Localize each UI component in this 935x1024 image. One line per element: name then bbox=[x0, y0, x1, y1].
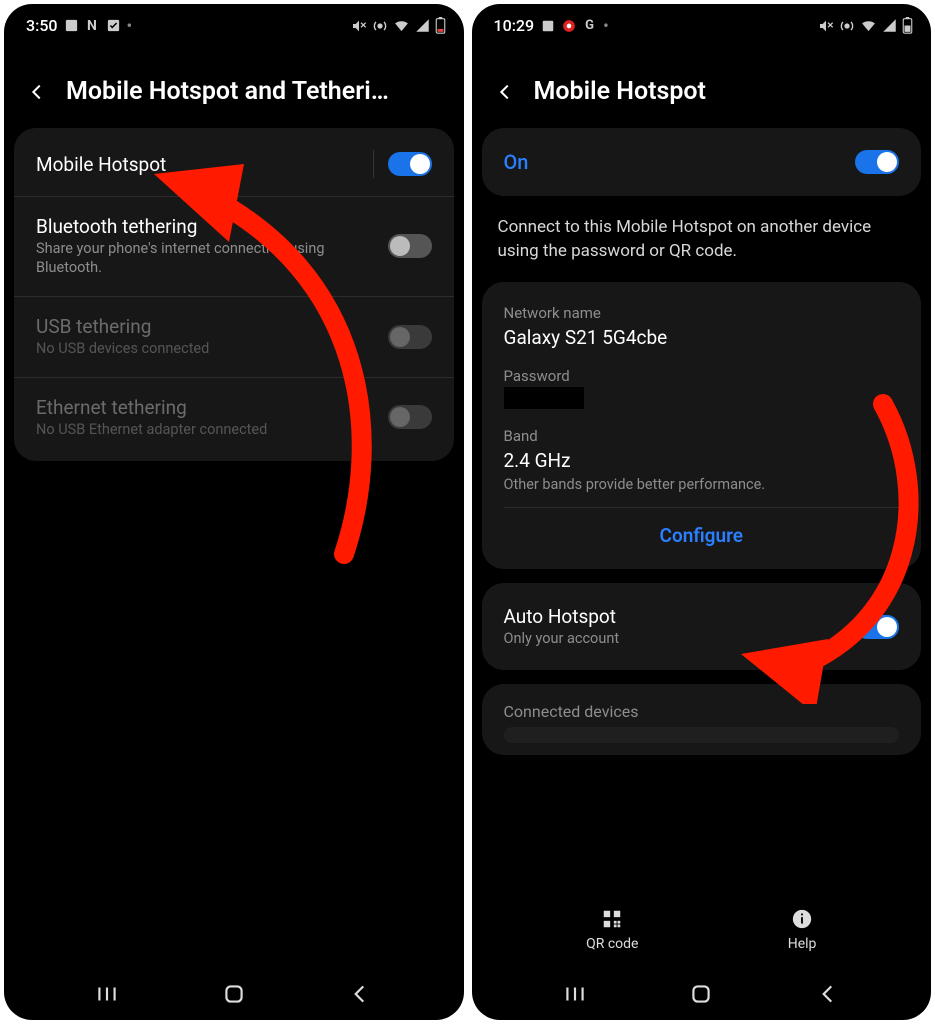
back-icon[interactable] bbox=[26, 81, 48, 103]
row-bluetooth-tethering[interactable]: Bluetooth tethering Share your phone's i… bbox=[14, 197, 454, 297]
battery-icon bbox=[902, 17, 913, 34]
status-bar: 3:50 N • bbox=[4, 4, 464, 41]
recents-icon[interactable] bbox=[562, 981, 588, 1007]
recents-icon[interactable] bbox=[94, 981, 120, 1007]
toggle-auto-hotspot[interactable] bbox=[855, 615, 899, 639]
clock: 10:29 bbox=[494, 16, 535, 35]
on-card: On bbox=[482, 128, 922, 196]
connected-card: Connected devices bbox=[482, 684, 922, 755]
row-title: Auto Hotspot bbox=[504, 605, 856, 628]
mute-icon bbox=[818, 18, 834, 34]
connected-devices-label: Connected devices bbox=[482, 688, 922, 727]
qr-code-button[interactable]: QR code bbox=[586, 908, 638, 952]
hotspot-icon bbox=[839, 18, 855, 34]
signal-icon bbox=[882, 18, 897, 33]
row-usb-tethering: USB tethering No USB devices connected bbox=[14, 297, 454, 378]
toggle-ethernet-tethering bbox=[388, 405, 432, 429]
row-subtitle: Share your phone's internet connection u… bbox=[36, 240, 388, 278]
check-icon bbox=[106, 18, 121, 33]
nav-bar bbox=[472, 968, 932, 1020]
band-label: Band bbox=[504, 427, 900, 445]
status-icons-right bbox=[351, 17, 446, 34]
info-icon bbox=[791, 908, 813, 930]
dot-icon: • bbox=[603, 16, 609, 35]
network-card: Network name Galaxy S21 5G4cbe Password … bbox=[482, 282, 922, 569]
image-icon bbox=[64, 18, 79, 33]
page-title: Mobile Hotspot and Tetheri… bbox=[66, 77, 442, 106]
page-header: Mobile Hotspot bbox=[472, 41, 932, 128]
help-button[interactable]: Help bbox=[788, 908, 817, 952]
row-subtitle: No USB devices connected bbox=[36, 340, 388, 359]
status-icons-right bbox=[818, 17, 913, 34]
toggle-usb-tethering bbox=[388, 325, 432, 349]
help-label: Help bbox=[788, 936, 817, 952]
toggle-hotspot-on[interactable] bbox=[855, 150, 899, 174]
band-note: Other bands provide better performance. bbox=[504, 476, 900, 493]
battery-icon bbox=[435, 17, 446, 34]
page-title: Mobile Hotspot bbox=[534, 77, 910, 106]
clock: 3:50 bbox=[26, 16, 58, 35]
back-nav-icon[interactable] bbox=[815, 981, 841, 1007]
phone-right: 10:29 G • Mobile Hotspot On Connect to t… bbox=[472, 4, 932, 1020]
row-subtitle: No USB Ethernet adapter connected bbox=[36, 421, 388, 440]
qr-icon bbox=[601, 908, 623, 930]
network-name-label: Network name bbox=[504, 304, 900, 322]
row-title: Bluetooth tethering bbox=[36, 215, 388, 238]
mute-icon bbox=[351, 18, 367, 34]
n-icon: N bbox=[85, 18, 100, 33]
password-redacted bbox=[504, 387, 584, 409]
home-icon[interactable] bbox=[221, 981, 247, 1007]
home-icon[interactable] bbox=[688, 981, 714, 1007]
separator bbox=[373, 150, 374, 178]
g-icon: G bbox=[582, 18, 597, 33]
toggle-mobile-hotspot[interactable] bbox=[388, 152, 432, 176]
page-header: Mobile Hotspot and Tetheri… bbox=[4, 41, 464, 128]
row-hotspot-on[interactable]: On bbox=[482, 132, 922, 192]
auto-hotspot-card: Auto Hotspot Only your account bbox=[482, 583, 922, 671]
status-bar: 10:29 G • bbox=[472, 4, 932, 41]
nav-bar bbox=[4, 968, 464, 1020]
row-title: Ethernet tethering bbox=[36, 396, 388, 419]
instruction-text: Connect to this Mobile Hotspot on anothe… bbox=[472, 210, 932, 282]
wifi-icon bbox=[860, 17, 877, 34]
row-title: Mobile Hotspot bbox=[36, 153, 373, 176]
password-label: Password bbox=[504, 367, 900, 385]
app-icon bbox=[540, 18, 555, 33]
toggle-bluetooth-tethering[interactable] bbox=[388, 234, 432, 258]
beats-icon bbox=[561, 18, 576, 33]
row-auto-hotspot[interactable]: Auto Hotspot Only your account bbox=[482, 587, 922, 667]
hotspot-icon bbox=[372, 18, 388, 34]
row-title: USB tethering bbox=[36, 315, 388, 338]
phone-left: 3:50 N • Mobile Hotspot and Tetheri… Mob… bbox=[4, 4, 464, 1020]
row-subtitle: Only your account bbox=[504, 630, 856, 649]
qr-label: QR code bbox=[586, 936, 638, 952]
wifi-icon bbox=[393, 17, 410, 34]
row-mobile-hotspot[interactable]: Mobile Hotspot bbox=[14, 132, 454, 197]
band-value: 2.4 GHz bbox=[504, 449, 900, 472]
back-icon[interactable] bbox=[494, 81, 516, 103]
signal-icon bbox=[415, 18, 430, 33]
network-name-value: Galaxy S21 5G4cbe bbox=[504, 326, 900, 349]
on-label: On bbox=[504, 150, 529, 174]
back-nav-icon[interactable] bbox=[347, 981, 373, 1007]
connected-devices-placeholder bbox=[504, 727, 900, 743]
dot-icon: • bbox=[127, 16, 133, 35]
tethering-card: Mobile Hotspot Bluetooth tethering Share… bbox=[14, 128, 454, 461]
row-ethernet-tethering: Ethernet tethering No USB Ethernet adapt… bbox=[14, 378, 454, 458]
bottom-actions: QR code Help bbox=[472, 898, 932, 962]
configure-button[interactable]: Configure bbox=[504, 507, 900, 555]
